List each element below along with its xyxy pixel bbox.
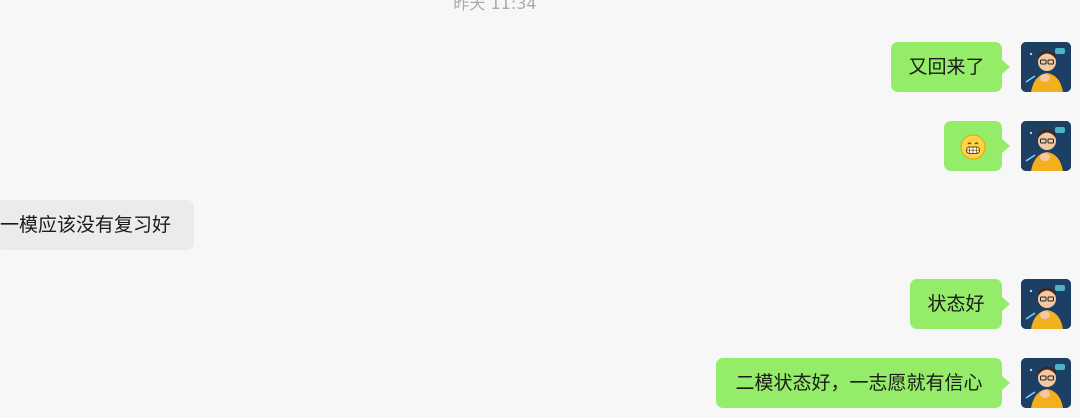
grinning-face-emoji-icon — [960, 134, 986, 159]
message-bubble-me[interactable]: 又回来了 — [891, 42, 1010, 92]
avatar-icon — [1021, 42, 1071, 92]
message-text: 又回来了 — [908, 56, 985, 78]
message-bubble-other[interactable]: 一模应该没有复习好 — [0, 200, 194, 250]
message-bubble-me[interactable]: 二模状态好，一志愿就有信心 — [716, 358, 1010, 408]
avatar-icon — [1021, 121, 1071, 171]
message-text: 状态好 — [927, 293, 985, 315]
chat-timestamp: 昨天 11:34 — [453, 0, 537, 13]
avatar[interactable] — [1021, 358, 1071, 408]
avatar[interactable] — [1021, 279, 1071, 329]
avatar[interactable] — [1021, 42, 1071, 92]
message-bubble-me[interactable]: 状态好 — [910, 279, 1010, 329]
avatar[interactable] — [1021, 121, 1071, 171]
message-text: 一模应该没有复习好 — [0, 214, 172, 236]
avatar-icon — [1021, 358, 1071, 408]
message-bubble-me[interactable] — [944, 121, 1010, 171]
message-text: 二模状态好，一志愿就有信心 — [735, 372, 983, 394]
avatar-icon — [1021, 279, 1071, 329]
